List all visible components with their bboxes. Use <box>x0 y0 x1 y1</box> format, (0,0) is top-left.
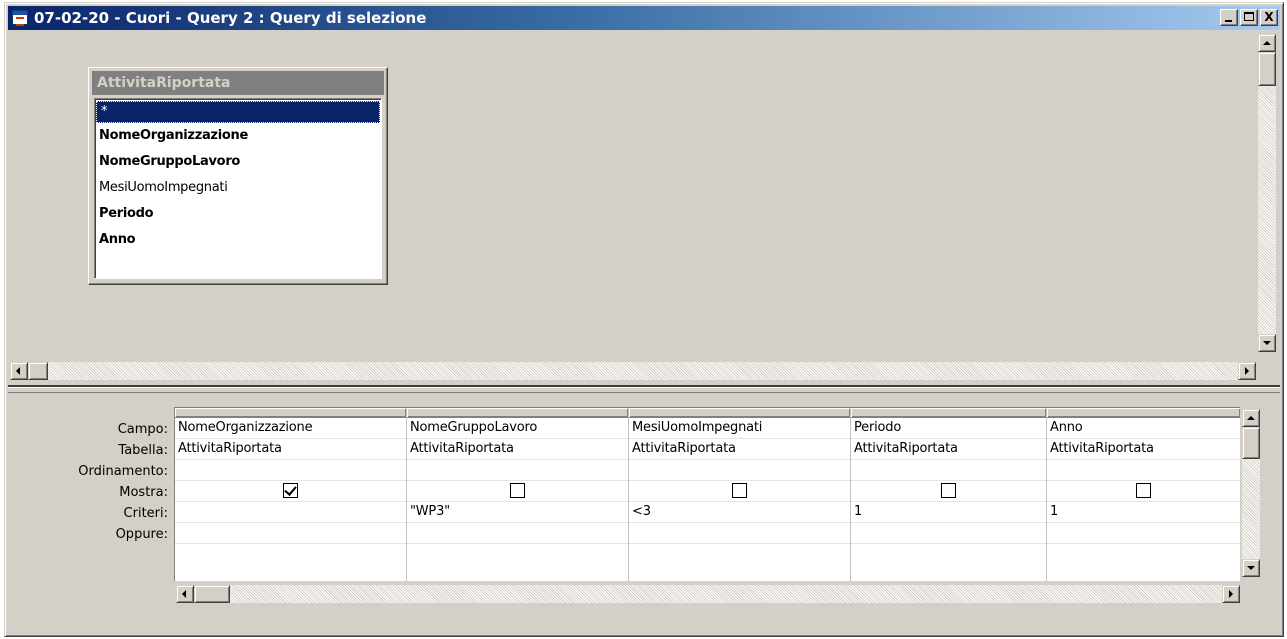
grid-cell-campo[interactable]: Anno <box>1047 418 1240 439</box>
grid-cell-tabella[interactable]: AttivitaRiportata <box>175 439 406 460</box>
window-title: 07-02-20 - Cuori - Query 2 : Query di se… <box>34 9 427 27</box>
grid-column: Periodo AttivitaRiportata 1 <box>851 408 1047 581</box>
pane-splitter[interactable] <box>8 385 1280 393</box>
maximize-icon <box>1244 12 1254 21</box>
arrow-right-icon <box>1229 590 1233 598</box>
grid-cell-tabella[interactable]: AttivitaRiportata <box>851 439 1046 460</box>
grid-cell-ordinamento[interactable] <box>851 460 1046 481</box>
arrow-left-icon <box>16 367 20 375</box>
grid-cell-ordinamento[interactable] <box>407 460 628 481</box>
close-button[interactable]: X <box>1260 9 1278 26</box>
checkbox-unchecked-icon[interactable] <box>1136 483 1151 498</box>
grid-cell-criteri[interactable]: "WP3" <box>407 502 628 523</box>
field-list[interactable]: * NomeOrganizzazione NomeGruppoLavoro MesiU… <box>94 98 382 279</box>
grid-cell-oppure[interactable] <box>629 523 850 544</box>
grid-horizontal-scrollbar-track[interactable] <box>194 585 1222 603</box>
table-field-list-window[interactable]: AttivitaRiportata * NomeOrganizzazione Nom… <box>88 67 388 285</box>
row-label-campo: Campo: <box>117 422 168 437</box>
title-bar[interactable]: 07-02-20 - Cuori - Query 2 : Query di se… <box>8 6 1280 30</box>
grid-horizontal-scrollbar-thumb[interactable] <box>194 585 230 603</box>
field-item[interactable]: NomeOrganizzazione <box>95 123 381 149</box>
query-design-window: 07-02-20 - Cuori - Query 2 : Query di se… <box>4 2 1284 637</box>
arrow-down-icon <box>1247 566 1255 570</box>
show-checkbox-cell[interactable] <box>1047 481 1240 502</box>
column-selector[interactable] <box>1047 408 1240 418</box>
checkbox-unchecked-icon[interactable] <box>510 483 525 498</box>
show-checkbox-cell[interactable] <box>175 481 406 502</box>
field-item[interactable]: * <box>96 101 380 123</box>
show-checkbox-cell[interactable] <box>851 481 1046 502</box>
horizontal-scrollbar-thumb[interactable] <box>28 362 48 380</box>
scroll-left-button[interactable] <box>10 362 28 380</box>
grid-cell-oppure[interactable] <box>1047 523 1240 544</box>
checkbox-unchecked-icon[interactable] <box>732 483 747 498</box>
grid-column: Anno AttivitaRiportata 1 <box>1047 408 1240 581</box>
grid-cell-campo[interactable]: NomeGruppoLavoro <box>407 418 628 439</box>
table-pane[interactable]: AttivitaRiportata * NomeOrganizzazione Nom… <box>8 32 1280 380</box>
grid-cell-campo[interactable]: Periodo <box>851 418 1046 439</box>
arrow-up-icon <box>1263 41 1271 45</box>
grid-cell-tabella[interactable]: AttivitaRiportata <box>407 439 628 460</box>
maximize-button[interactable] <box>1240 9 1258 26</box>
minimize-button[interactable] <box>1220 9 1238 26</box>
grid-cell-oppure[interactable] <box>851 523 1046 544</box>
scroll-up-button[interactable] <box>1258 34 1276 52</box>
grid-scroll-up-button[interactable] <box>1242 409 1260 427</box>
column-selector[interactable] <box>851 408 1046 418</box>
grid-cell-criteri[interactable]: <3 <box>629 502 850 523</box>
grid-column: NomeGruppoLavoro AttivitaRiportata "WP3" <box>407 408 629 581</box>
scroll-down-button[interactable] <box>1258 334 1276 352</box>
minimize-icon <box>1225 20 1232 22</box>
grid-cell-ordinamento[interactable] <box>629 460 850 481</box>
show-checkbox-cell[interactable] <box>629 481 850 502</box>
field-item[interactable]: Periodo <box>95 201 381 227</box>
checkbox-checked-icon[interactable] <box>283 483 298 498</box>
grid-scroll-left-button[interactable] <box>176 585 194 603</box>
table-name[interactable]: AttivitaRiportata <box>92 71 384 95</box>
grid-scroll-right-button[interactable] <box>1222 585 1240 603</box>
grid-cell-tabella[interactable]: AttivitaRiportata <box>629 439 850 460</box>
show-checkbox-cell[interactable] <box>407 481 628 502</box>
row-label-ordinamento: Ordinamento: <box>78 464 168 479</box>
arrow-down-icon <box>1263 341 1271 345</box>
column-selector[interactable] <box>407 408 628 418</box>
arrow-right-icon <box>1245 367 1249 375</box>
grid-column: NomeOrganizzazione AttivitaRiportata <box>175 408 407 581</box>
grid-cell-oppure[interactable] <box>175 523 406 544</box>
grid-cell-campo[interactable]: MesiUomoImpegnati <box>629 418 850 439</box>
grid-cell-criteri[interactable] <box>175 502 406 523</box>
checkbox-unchecked-icon[interactable] <box>941 483 956 498</box>
grid-cell-criteri[interactable]: 1 <box>851 502 1046 523</box>
row-label-tabella: Tabella: <box>118 443 168 458</box>
grid-cell-oppure[interactable] <box>407 523 628 544</box>
horizontal-scrollbar-track[interactable] <box>28 362 1238 380</box>
design-grid-pane: Campo: Tabella: Ordinamento: Mostra: Cri… <box>8 395 1280 633</box>
field-item[interactable]: Anno <box>95 227 381 253</box>
scroll-right-button[interactable] <box>1238 362 1256 380</box>
query-icon[interactable] <box>12 10 28 26</box>
caption-buttons: X <box>1218 9 1278 26</box>
grid-cell-ordinamento[interactable] <box>1047 460 1240 481</box>
grid-column: MesiUomoImpegnati AttivitaRiportata <3 <box>629 408 851 581</box>
row-label-criteri: Criteri: <box>123 506 168 521</box>
vertical-scrollbar-thumb[interactable] <box>1258 52 1276 86</box>
close-icon: X <box>1264 10 1274 24</box>
arrow-up-icon <box>1247 416 1255 420</box>
field-item[interactable]: NomeGruppoLavoro <box>95 149 381 175</box>
grid-cell-campo[interactable]: NomeOrganizzazione <box>175 418 406 439</box>
grid-cell-criteri[interactable]: 1 <box>1047 502 1240 523</box>
grid-row-labels: Campo: Tabella: Ordinamento: Mostra: Cri… <box>8 419 172 545</box>
grid-cell-ordinamento[interactable] <box>175 460 406 481</box>
design-grid[interactable]: NomeOrganizzazione AttivitaRiportata NomeG… <box>174 407 1240 581</box>
row-label-oppure: Oppure: <box>115 527 168 542</box>
grid-scroll-down-button[interactable] <box>1242 559 1260 577</box>
field-item[interactable]: MesiUomoImpegnati <box>95 175 381 201</box>
grid-cell-tabella[interactable]: AttivitaRiportata <box>1047 439 1240 460</box>
grid-vertical-scrollbar-thumb[interactable] <box>1242 427 1260 459</box>
column-selector[interactable] <box>175 408 406 418</box>
vertical-scrollbar-track[interactable] <box>1258 52 1276 334</box>
row-label-mostra: Mostra: <box>119 485 168 500</box>
arrow-left-icon <box>182 590 186 598</box>
column-selector[interactable] <box>629 408 850 418</box>
